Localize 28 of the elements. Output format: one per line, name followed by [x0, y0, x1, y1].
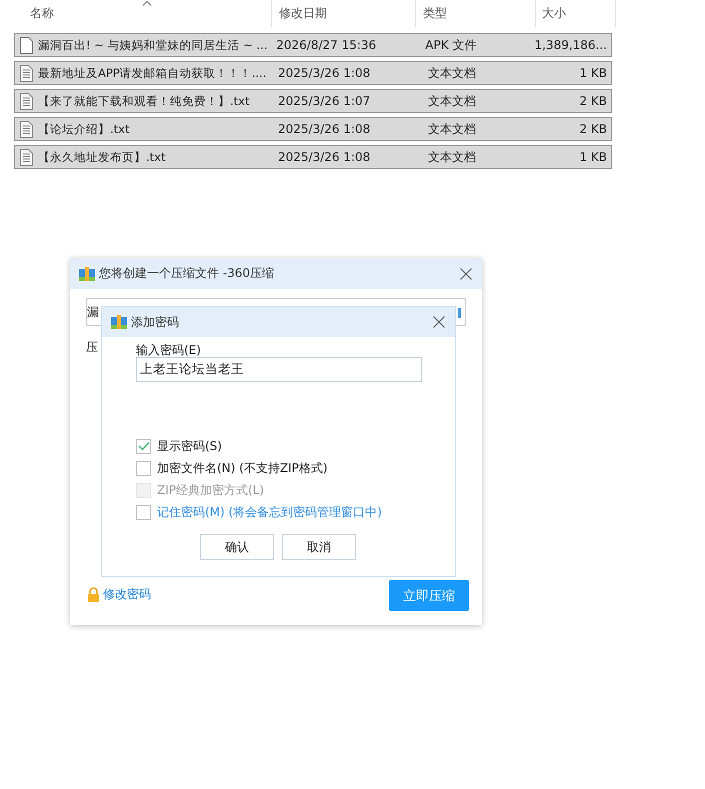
modified-date: 2025/3/26 1:08 [277, 150, 372, 164]
file-size: 1 KB [578, 66, 608, 80]
file-name: 漏洞百出! ~ 与姨妈和堂妹的同居生活 ~ ... [38, 38, 268, 52]
file-type: 文本文档 [427, 148, 477, 166]
option-label: 记住密码(M) (将会备忘到密码管理窗口中) [157, 504, 382, 520]
file-name: 【永久地址发布页】.txt [38, 150, 166, 164]
file-name: 【论坛介绍】.txt [38, 122, 130, 136]
file-size: 1,389,186... [534, 38, 608, 52]
file-type: 文本文档 [427, 92, 477, 110]
field-label: 压 [86, 339, 98, 356]
modified-date: 2026/8/27 15:36 [275, 38, 378, 52]
file-type: 文本文档 [427, 64, 477, 82]
file-name: 最新地址及APP请发邮箱自动获取！！！.... [38, 66, 266, 80]
file-name: 【来了就能下载和观看！纯免费！】.txt [38, 94, 250, 108]
option-label: 加密文件名(N) (不支持ZIP格式) [157, 460, 328, 476]
modified-date: 2025/3/26 1:08 [277, 122, 372, 136]
modified-date: 2025/3/26 1:08 [277, 66, 372, 80]
file-type: 文本文档 [427, 120, 477, 138]
option-label: ZIP经典加密方式(L) [157, 482, 264, 498]
modified-date: 2025/3/26 1:07 [277, 94, 372, 108]
option-label: 显示密码(S) [157, 438, 222, 454]
file-size: 2 KB [578, 94, 608, 108]
password-label: 输入密码(E) [136, 343, 202, 357]
file-size: 2 KB [578, 122, 608, 136]
file-size: 1 KB [578, 150, 608, 164]
file-type: APK 文件 [424, 36, 478, 54]
dialog-title: 添加密码 [131, 314, 180, 330]
dialog-title: 您将创建一个压缩文件 -360压缩 [99, 265, 276, 282]
